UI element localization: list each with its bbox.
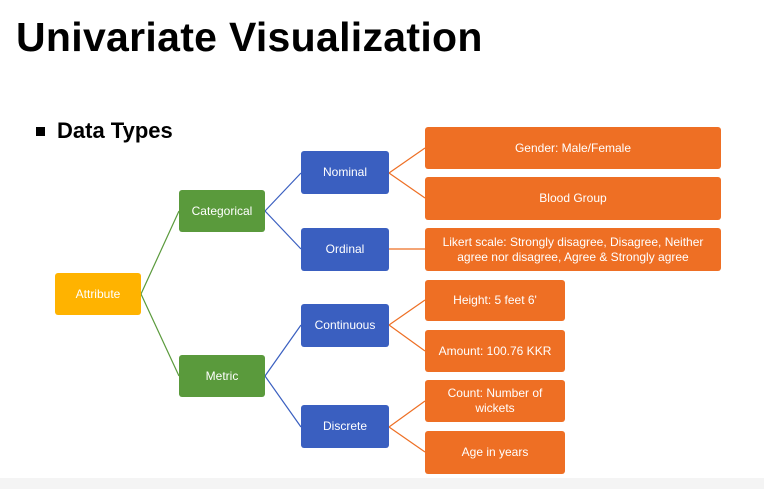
node-metric: Metric [179,355,265,397]
bottom-band [0,478,764,489]
example-gender: Gender: Male/Female [425,127,721,169]
link-metric-discrete [264,375,302,428]
link-discrete-count [388,400,426,428]
link-nominal-blood [388,172,426,199]
node-ordinal: Ordinal [301,228,389,271]
example-blood-group: Blood Group [425,177,721,220]
example-amount: Amount: 100.76 KKR [425,330,565,372]
link-discrete-age [388,426,426,453]
link-continuous-height [388,299,426,326]
node-discrete: Discrete [301,405,389,448]
link-categorical-nominal [264,172,302,212]
node-continuous: Continuous [301,304,389,347]
link-continuous-amount [388,324,426,352]
link-nominal-gender [388,147,426,174]
node-attribute: Attribute [55,273,141,315]
link-attribute-metric [140,293,180,377]
node-nominal: Nominal [301,151,389,194]
link-categorical-ordinal [264,210,302,250]
example-likert-scale: Likert scale: Strongly disagree, Disagre… [425,228,721,271]
example-count-wickets: Count: Number of wickets [425,380,565,422]
node-categorical: Categorical [179,190,265,232]
link-metric-continuous [264,324,302,377]
link-attribute-categorical [140,210,180,295]
example-age-years: Age in years [425,431,565,474]
example-height: Height: 5 feet 6' [425,280,565,321]
